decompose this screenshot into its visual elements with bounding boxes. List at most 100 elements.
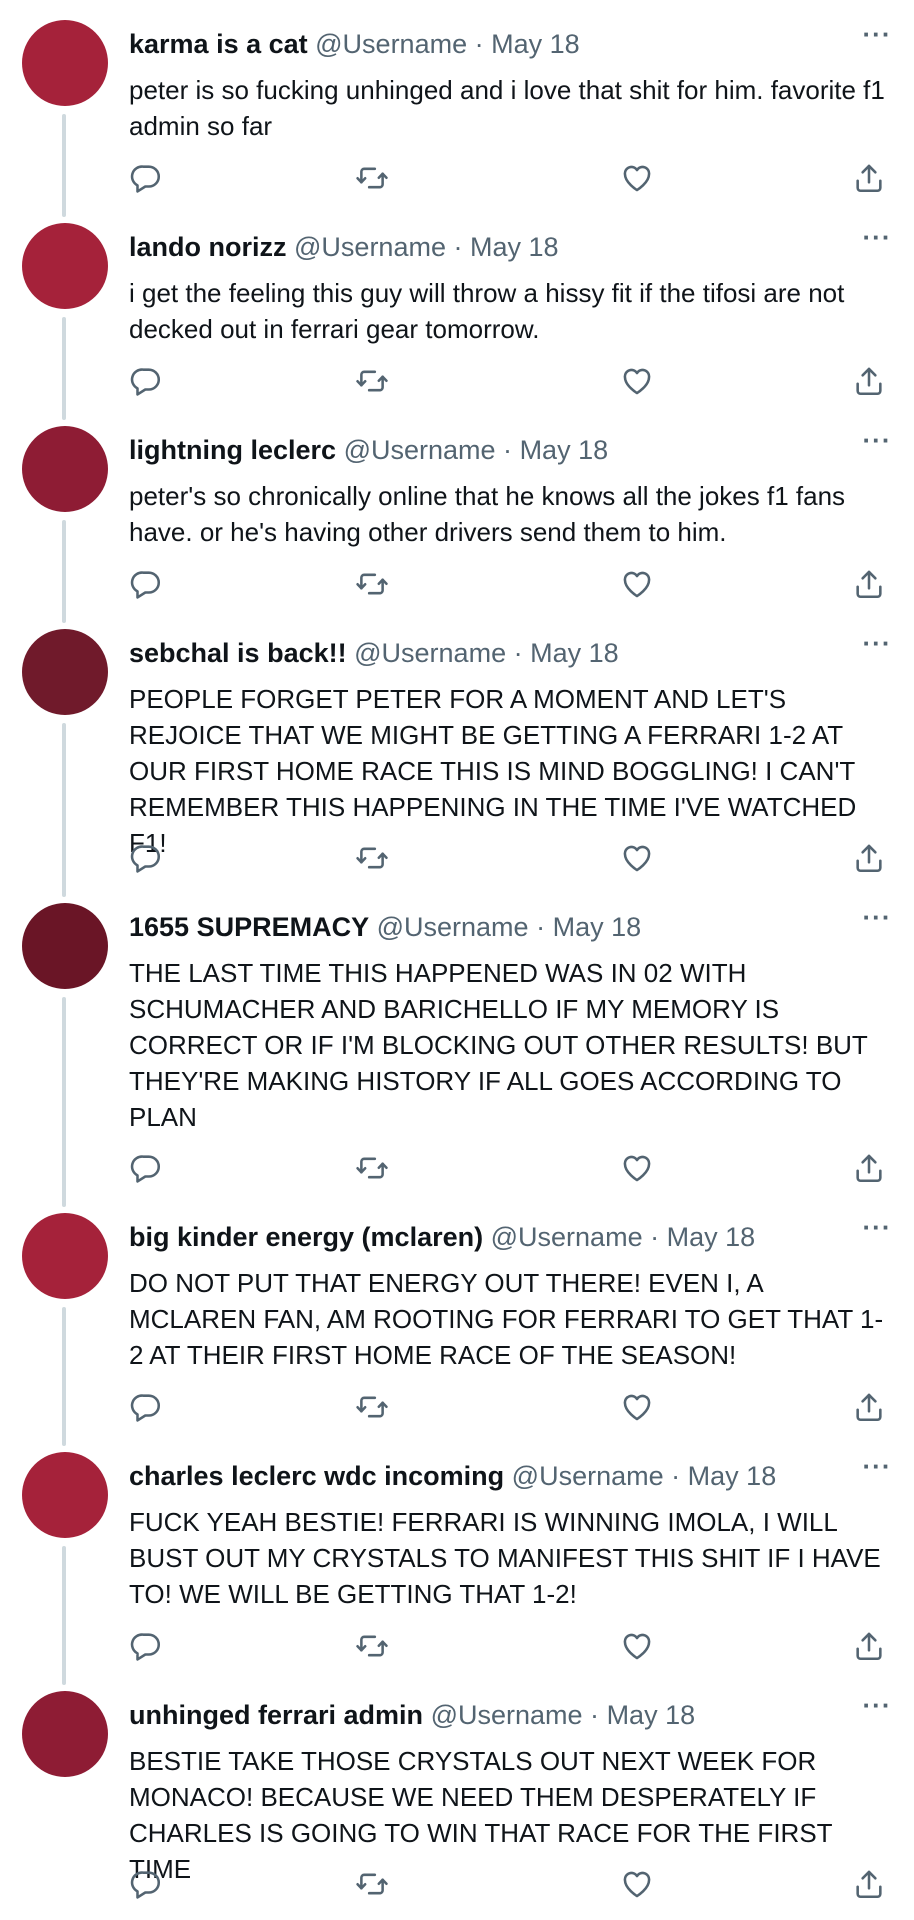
tweet-date[interactable]: May 18 bbox=[553, 912, 642, 942]
tweet[interactable]: charles leclerc wdc incoming @Username ·… bbox=[0, 1432, 914, 1685]
retweet-icon[interactable] bbox=[355, 1151, 389, 1185]
tweet-actions bbox=[129, 1151, 889, 1191]
heart-icon[interactable] bbox=[620, 567, 654, 601]
display-name[interactable]: karma is a cat bbox=[129, 29, 308, 59]
tweet[interactable]: lightning leclerc @Username · May 18 ···… bbox=[0, 406, 914, 623]
retweet-icon[interactable] bbox=[355, 567, 389, 601]
tweet-actions bbox=[129, 1390, 889, 1430]
share-icon[interactable] bbox=[852, 1867, 886, 1901]
share-icon[interactable] bbox=[852, 841, 886, 875]
retweet-icon[interactable] bbox=[355, 841, 389, 875]
tweet[interactable]: unhinged ferrari admin @Username · May 1… bbox=[0, 1671, 914, 1920]
thread-connector-line bbox=[62, 114, 66, 217]
avatar[interactable] bbox=[22, 629, 108, 715]
username-handle[interactable]: @Username bbox=[431, 1700, 583, 1730]
display-name[interactable]: lando norizz bbox=[129, 232, 287, 262]
tweet[interactable]: big kinder energy (mclaren) @Username · … bbox=[0, 1193, 914, 1446]
tweet-date[interactable]: May 18 bbox=[530, 638, 619, 668]
tweet-text: i get the feeling this guy will throw a … bbox=[129, 278, 845, 344]
tweet-header: unhinged ferrari admin @Username · May 1… bbox=[129, 1697, 874, 1733]
tweet-date[interactable]: May 18 bbox=[688, 1461, 777, 1491]
more-horizontal-icon[interactable]: ··· bbox=[858, 1692, 896, 1723]
share-icon[interactable] bbox=[852, 1390, 886, 1424]
username-handle[interactable]: @Username bbox=[512, 1461, 664, 1491]
heart-icon[interactable] bbox=[620, 1151, 654, 1185]
avatar[interactable] bbox=[22, 1213, 108, 1299]
tweet-date[interactable]: May 18 bbox=[470, 232, 559, 262]
share-icon[interactable] bbox=[852, 364, 886, 398]
more-horizontal-icon[interactable]: ··· bbox=[858, 21, 896, 52]
tweet-actions bbox=[129, 364, 889, 404]
meta-separator: · bbox=[503, 435, 513, 465]
heart-icon[interactable] bbox=[620, 161, 654, 195]
avatar[interactable] bbox=[22, 223, 108, 309]
heart-icon[interactable] bbox=[620, 1390, 654, 1424]
display-name[interactable]: unhinged ferrari admin bbox=[129, 1700, 423, 1730]
avatar[interactable] bbox=[22, 426, 108, 512]
reply-icon[interactable] bbox=[129, 1629, 163, 1663]
display-name[interactable]: big kinder energy (mclaren) bbox=[129, 1222, 483, 1252]
retweet-icon[interactable] bbox=[355, 161, 389, 195]
username-handle[interactable]: @Username bbox=[354, 638, 506, 668]
tweet-header: sebchal is back!! @Username · May 18 bbox=[129, 635, 874, 671]
share-icon[interactable] bbox=[852, 161, 886, 195]
reply-icon[interactable] bbox=[129, 1151, 163, 1185]
heart-icon[interactable] bbox=[620, 1867, 654, 1901]
reply-icon[interactable] bbox=[129, 364, 163, 398]
tweet[interactable]: lando norizz @Username · May 18 ··· i ge… bbox=[0, 203, 914, 420]
tweet-date[interactable]: May 18 bbox=[667, 1222, 756, 1252]
tweet-header: charles leclerc wdc incoming @Username ·… bbox=[129, 1458, 874, 1494]
share-icon[interactable] bbox=[852, 567, 886, 601]
more-horizontal-icon[interactable]: ··· bbox=[858, 904, 896, 935]
tweet[interactable]: karma is a cat @Username · May 18 ··· pe… bbox=[0, 0, 914, 217]
retweet-icon[interactable] bbox=[355, 1867, 389, 1901]
thread-connector-line bbox=[62, 520, 66, 623]
username-handle[interactable]: @Username bbox=[344, 435, 496, 465]
display-name[interactable]: sebchal is back!! bbox=[129, 638, 347, 668]
username-handle[interactable]: @Username bbox=[315, 29, 467, 59]
heart-icon[interactable] bbox=[620, 1629, 654, 1663]
thread-connector-line bbox=[62, 723, 66, 897]
share-icon[interactable] bbox=[852, 1151, 886, 1185]
username-handle[interactable]: @Username bbox=[491, 1222, 643, 1252]
username-handle[interactable]: @Username bbox=[377, 912, 529, 942]
avatar[interactable] bbox=[22, 1691, 108, 1777]
tweet-actions bbox=[129, 1629, 889, 1669]
display-name[interactable]: charles leclerc wdc incoming bbox=[129, 1461, 504, 1491]
more-horizontal-icon[interactable]: ··· bbox=[858, 224, 896, 255]
tweet-actions bbox=[129, 841, 889, 881]
more-horizontal-icon[interactable]: ··· bbox=[858, 427, 896, 458]
username-handle[interactable]: @Username bbox=[294, 232, 446, 262]
share-icon[interactable] bbox=[852, 1629, 886, 1663]
avatar[interactable] bbox=[22, 1452, 108, 1538]
tweet-header: lightning leclerc @Username · May 18 bbox=[129, 432, 874, 468]
reply-icon[interactable] bbox=[129, 567, 163, 601]
reply-icon[interactable] bbox=[129, 161, 163, 195]
tweet-header: karma is a cat @Username · May 18 bbox=[129, 26, 874, 62]
display-name[interactable]: lightning leclerc bbox=[129, 435, 336, 465]
more-horizontal-icon[interactable]: ··· bbox=[858, 1214, 896, 1245]
thread-connector-line bbox=[62, 317, 66, 420]
retweet-icon[interactable] bbox=[355, 364, 389, 398]
heart-icon[interactable] bbox=[620, 364, 654, 398]
retweet-icon[interactable] bbox=[355, 1390, 389, 1424]
meta-separator: · bbox=[650, 1222, 660, 1252]
retweet-icon[interactable] bbox=[355, 1629, 389, 1663]
avatar[interactable] bbox=[22, 903, 108, 989]
meta-separator: · bbox=[590, 1700, 600, 1730]
display-name[interactable]: 1655 SUPREMACY bbox=[129, 912, 369, 942]
reply-icon[interactable] bbox=[129, 1867, 163, 1901]
heart-icon[interactable] bbox=[620, 841, 654, 875]
tweet[interactable]: 1655 SUPREMACY @Username · May 18 ··· TH… bbox=[0, 883, 914, 1207]
reply-icon[interactable] bbox=[129, 1390, 163, 1424]
tweet-text: PEOPLE FORGET PETER FOR A MOMENT AND LET… bbox=[129, 684, 857, 858]
reply-icon[interactable] bbox=[129, 841, 163, 875]
avatar[interactable] bbox=[22, 20, 108, 106]
more-horizontal-icon[interactable]: ··· bbox=[858, 1453, 896, 1484]
tweet-actions bbox=[129, 1867, 889, 1907]
more-horizontal-icon[interactable]: ··· bbox=[858, 630, 896, 661]
tweet-date[interactable]: May 18 bbox=[491, 29, 580, 59]
tweet-date[interactable]: May 18 bbox=[607, 1700, 696, 1730]
tweet[interactable]: sebchal is back!! @Username · May 18 ···… bbox=[0, 609, 914, 897]
tweet-date[interactable]: May 18 bbox=[520, 435, 609, 465]
